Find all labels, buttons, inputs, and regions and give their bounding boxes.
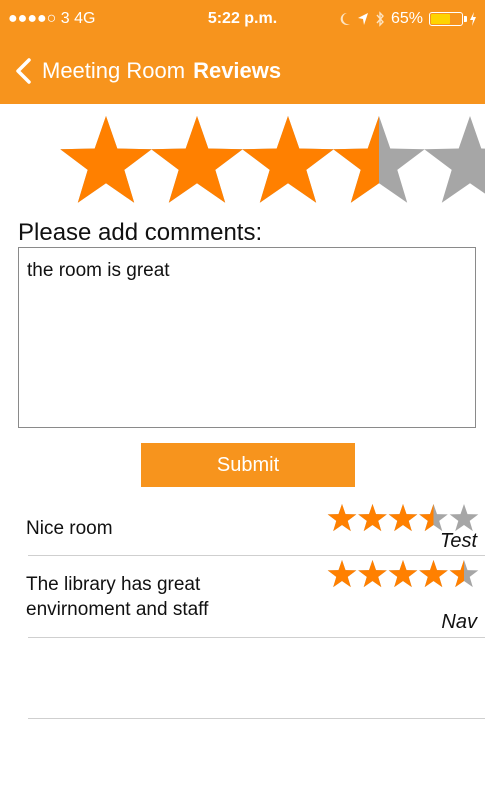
location-arrow-icon: [357, 13, 368, 25]
app-header: ●●●●○ 3 4G 5:22 p.m. 65% Meeting Room Re…: [0, 0, 485, 104]
star-icon: [419, 504, 448, 532]
star-icon[interactable]: [60, 116, 152, 203]
back-button[interactable]: Meeting Room Reviews: [12, 56, 281, 86]
star-icon[interactable]: [242, 116, 334, 203]
battery-percent: 65%: [390, 10, 423, 27]
review-rating-stars: [327, 560, 479, 588]
comment-input[interactable]: the room is great: [18, 247, 476, 428]
back-label: Meeting Room: [42, 58, 186, 83]
star-icon: [419, 560, 448, 588]
review-text: The library has great envirnoment and st…: [26, 574, 209, 620]
star-icon: [358, 560, 387, 588]
review-user: Test: [439, 530, 477, 552]
chevron-left-icon: [16, 58, 31, 84]
star-icon[interactable]: [333, 116, 425, 203]
review-rating-stars: [327, 504, 479, 532]
divider: [28, 637, 485, 638]
star-icon: [388, 560, 418, 588]
star-icon: [388, 504, 418, 532]
review-item: The library has great envirnoment and st…: [0, 556, 485, 638]
moon-icon: [340, 12, 350, 25]
star-icon: [358, 504, 387, 532]
status-right: 65%: [339, 10, 477, 28]
review-user: Nav: [441, 611, 477, 633]
star-icon[interactable]: [424, 116, 485, 203]
submit-button[interactable]: Submit: [141, 443, 355, 487]
star-icon: [327, 504, 357, 532]
star-icon: [449, 560, 479, 588]
charging-icon: [470, 12, 476, 26]
battery-level: [431, 14, 450, 24]
battery-icon: [429, 12, 467, 26]
status-bar: ●●●●○ 3 4G 5:22 p.m. 65%: [8, 10, 477, 32]
review-text: Nice room: [26, 518, 113, 539]
star-icon: [449, 504, 479, 532]
page-title: Reviews: [193, 58, 282, 83]
star-icon: [327, 560, 357, 588]
divider: [28, 718, 485, 719]
star-icon[interactable]: [151, 116, 243, 203]
comments-prompt: Please add comments:: [18, 219, 263, 246]
bluetooth-icon: [376, 11, 384, 27]
review-item: Nice room Test: [0, 500, 485, 556]
rating-stars[interactable]: [58, 114, 485, 208]
